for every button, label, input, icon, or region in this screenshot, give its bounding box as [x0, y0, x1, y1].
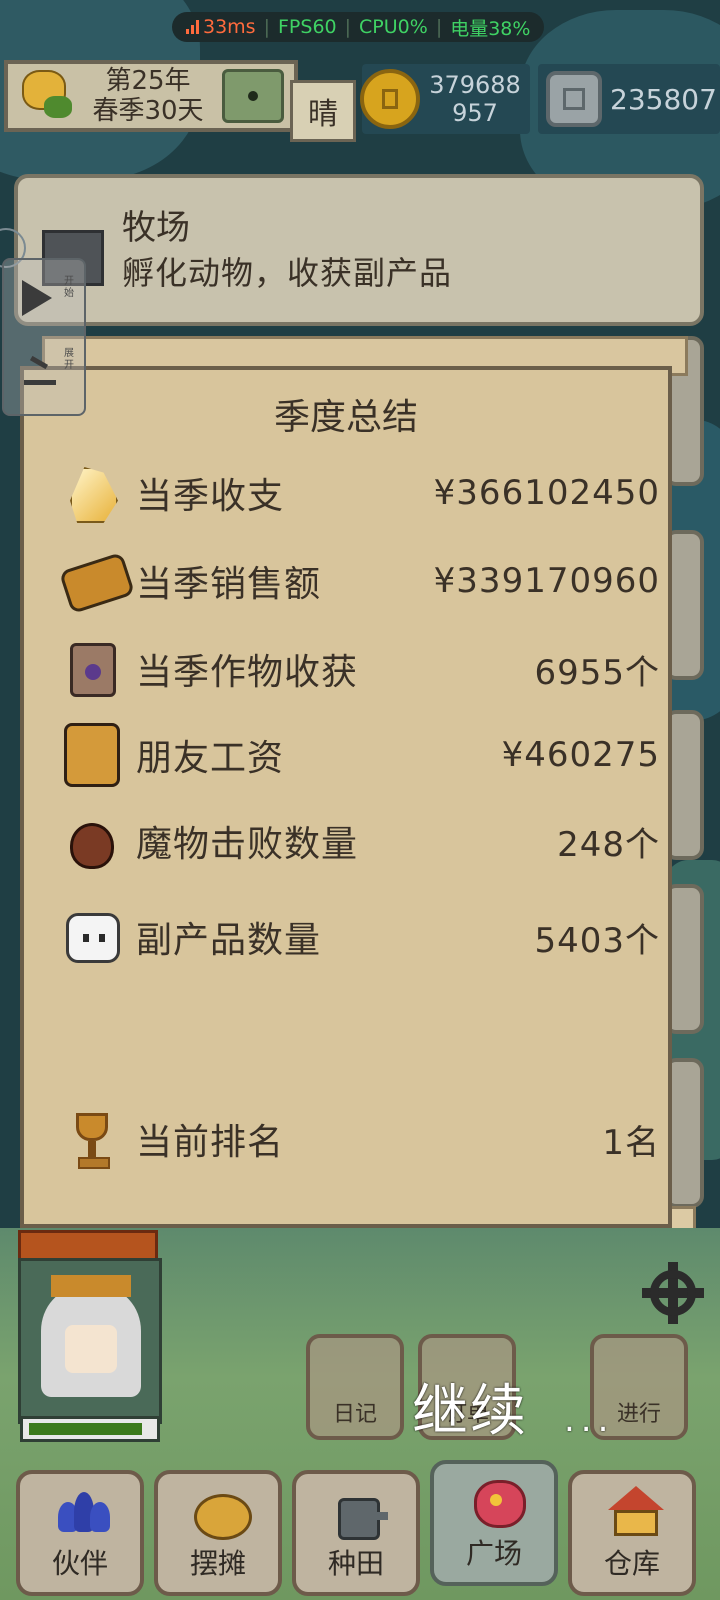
- nav-label: 仓库: [603, 1547, 660, 1580]
- continue-prompt[interactable]: 继续: [412, 1366, 528, 1447]
- calendar-panel[interactable]: 第25年 春季30天: [4, 60, 298, 132]
- row-value: 5403个: [534, 920, 660, 961]
- start-label: 开始: [64, 276, 74, 299]
- character-portrait[interactable]: [18, 1258, 162, 1424]
- season-flower-icon: [14, 66, 84, 126]
- season-day-label: 春季30天: [92, 96, 204, 126]
- ranch-title: 牧场: [122, 208, 190, 248]
- summary-row-sales: 当季销售额 ¥339170960: [58, 546, 660, 616]
- bottom-nav: 伙伴 摆摊 种田 广场 仓库: [0, 1460, 720, 1600]
- row-value: 248个: [557, 824, 660, 865]
- nav-label: 摆摊: [189, 1547, 246, 1580]
- summary-row-harvest: 当季作物收获 6955个: [60, 634, 660, 704]
- expand-icon: [24, 354, 56, 386]
- nav-label: 伙伴: [51, 1547, 108, 1580]
- cpu-value: CPU0%: [359, 16, 428, 38]
- row-label: 当季销售额: [136, 564, 322, 605]
- crystal-icon: [60, 461, 124, 525]
- clock-icon[interactable]: [222, 69, 284, 123]
- signal-icon: [186, 20, 199, 34]
- settings-gear-icon[interactable]: [642, 1262, 704, 1324]
- stamina-fill: [29, 1423, 142, 1435]
- ranch-subtitle: 孵化动物，收获副产品: [122, 254, 453, 292]
- ghost-icon: [60, 905, 124, 969]
- nav-plaza[interactable]: 广场: [430, 1460, 558, 1586]
- battery-value: 电量38%: [450, 17, 531, 40]
- ping-value: 33ms: [203, 16, 256, 38]
- summary-row-byproducts: 副产品数量 5403个: [60, 902, 660, 972]
- side-dock: 开始 展开: [2, 258, 86, 416]
- seed-bag-icon: [60, 637, 124, 701]
- row-label: 朋友工资: [136, 738, 285, 779]
- performance-overlay: 33ms | FPS60 | CPU0% | 电量38%: [172, 12, 545, 42]
- nav-farming[interactable]: 种田: [292, 1470, 420, 1596]
- date-display: 第25年 春季30天: [84, 66, 212, 126]
- gold-amount-line1: 379688: [429, 71, 521, 99]
- weather-badge: 晴: [290, 80, 356, 142]
- bread-icon: [58, 549, 136, 615]
- npc-icon: [60, 723, 124, 787]
- loot-pouch-icon: [60, 809, 124, 873]
- row-value: ¥460275: [501, 735, 660, 775]
- ranch-header-card[interactable]: 牧场 孵化动物，收获副产品: [14, 174, 704, 326]
- expand-button[interactable]: 展开: [4, 336, 84, 406]
- nav-label: 种田: [327, 1547, 384, 1580]
- flower-icon: [466, 1476, 526, 1530]
- gold-counter: 379688 957: [360, 64, 530, 134]
- row-label: 当季收支: [136, 476, 285, 517]
- gold-coin-icon: [360, 69, 420, 129]
- fps-value: FPS60: [278, 16, 337, 38]
- stamina-bar: [20, 1416, 160, 1442]
- summary-row-wages: 朋友工资 ¥460275: [60, 720, 660, 790]
- continue-dots: ...: [564, 1400, 615, 1440]
- season-summary-panel: 季度总结 当季收支 ¥366102450 当季销售额 ¥339170960 当季…: [20, 366, 672, 1228]
- summary-row-monsters: 魔物击败数量 248个: [60, 806, 660, 876]
- row-label: 魔物击败数量: [136, 824, 359, 865]
- row-label: 当季作物收获: [136, 652, 359, 693]
- gold-amount-line2: 957: [452, 99, 498, 127]
- silver-coin-icon: [546, 71, 602, 127]
- ping-indicator: 33ms: [186, 16, 256, 38]
- diary-label: 日记: [332, 1402, 377, 1427]
- house-icon: [604, 1486, 664, 1540]
- start-button[interactable]: 开始: [4, 264, 84, 334]
- watering-can-icon: [328, 1486, 388, 1540]
- diary-button[interactable]: 日记: [306, 1334, 404, 1440]
- nav-stall[interactable]: 摆摊: [154, 1470, 282, 1596]
- nav-warehouse[interactable]: 仓库: [568, 1470, 696, 1596]
- row-value: ¥366102450: [433, 473, 660, 513]
- silver-counter: 235807: [538, 64, 720, 134]
- trophy-icon: [60, 1107, 124, 1171]
- row-label: 副产品数量: [136, 920, 322, 961]
- stall-icon: [190, 1486, 252, 1540]
- party-icon: [52, 1486, 112, 1540]
- rank-value: 1名: [602, 1122, 660, 1163]
- nav-party[interactable]: 伙伴: [16, 1470, 144, 1596]
- row-value: ¥339170960: [433, 561, 660, 601]
- row-value: 6955个: [534, 652, 660, 693]
- panel-title: 季度总结: [273, 397, 418, 438]
- play-icon: [22, 280, 52, 316]
- year-label: 第25年: [105, 66, 191, 96]
- summary-row-income: 当季收支 ¥366102450: [60, 458, 660, 528]
- nav-label: 广场: [465, 1537, 522, 1570]
- silver-amount: 235807: [610, 82, 717, 116]
- summary-row-rank: 当前排名 1名: [60, 1104, 660, 1174]
- rank-label: 当前排名: [136, 1122, 285, 1163]
- expand-label: 展开: [64, 348, 74, 371]
